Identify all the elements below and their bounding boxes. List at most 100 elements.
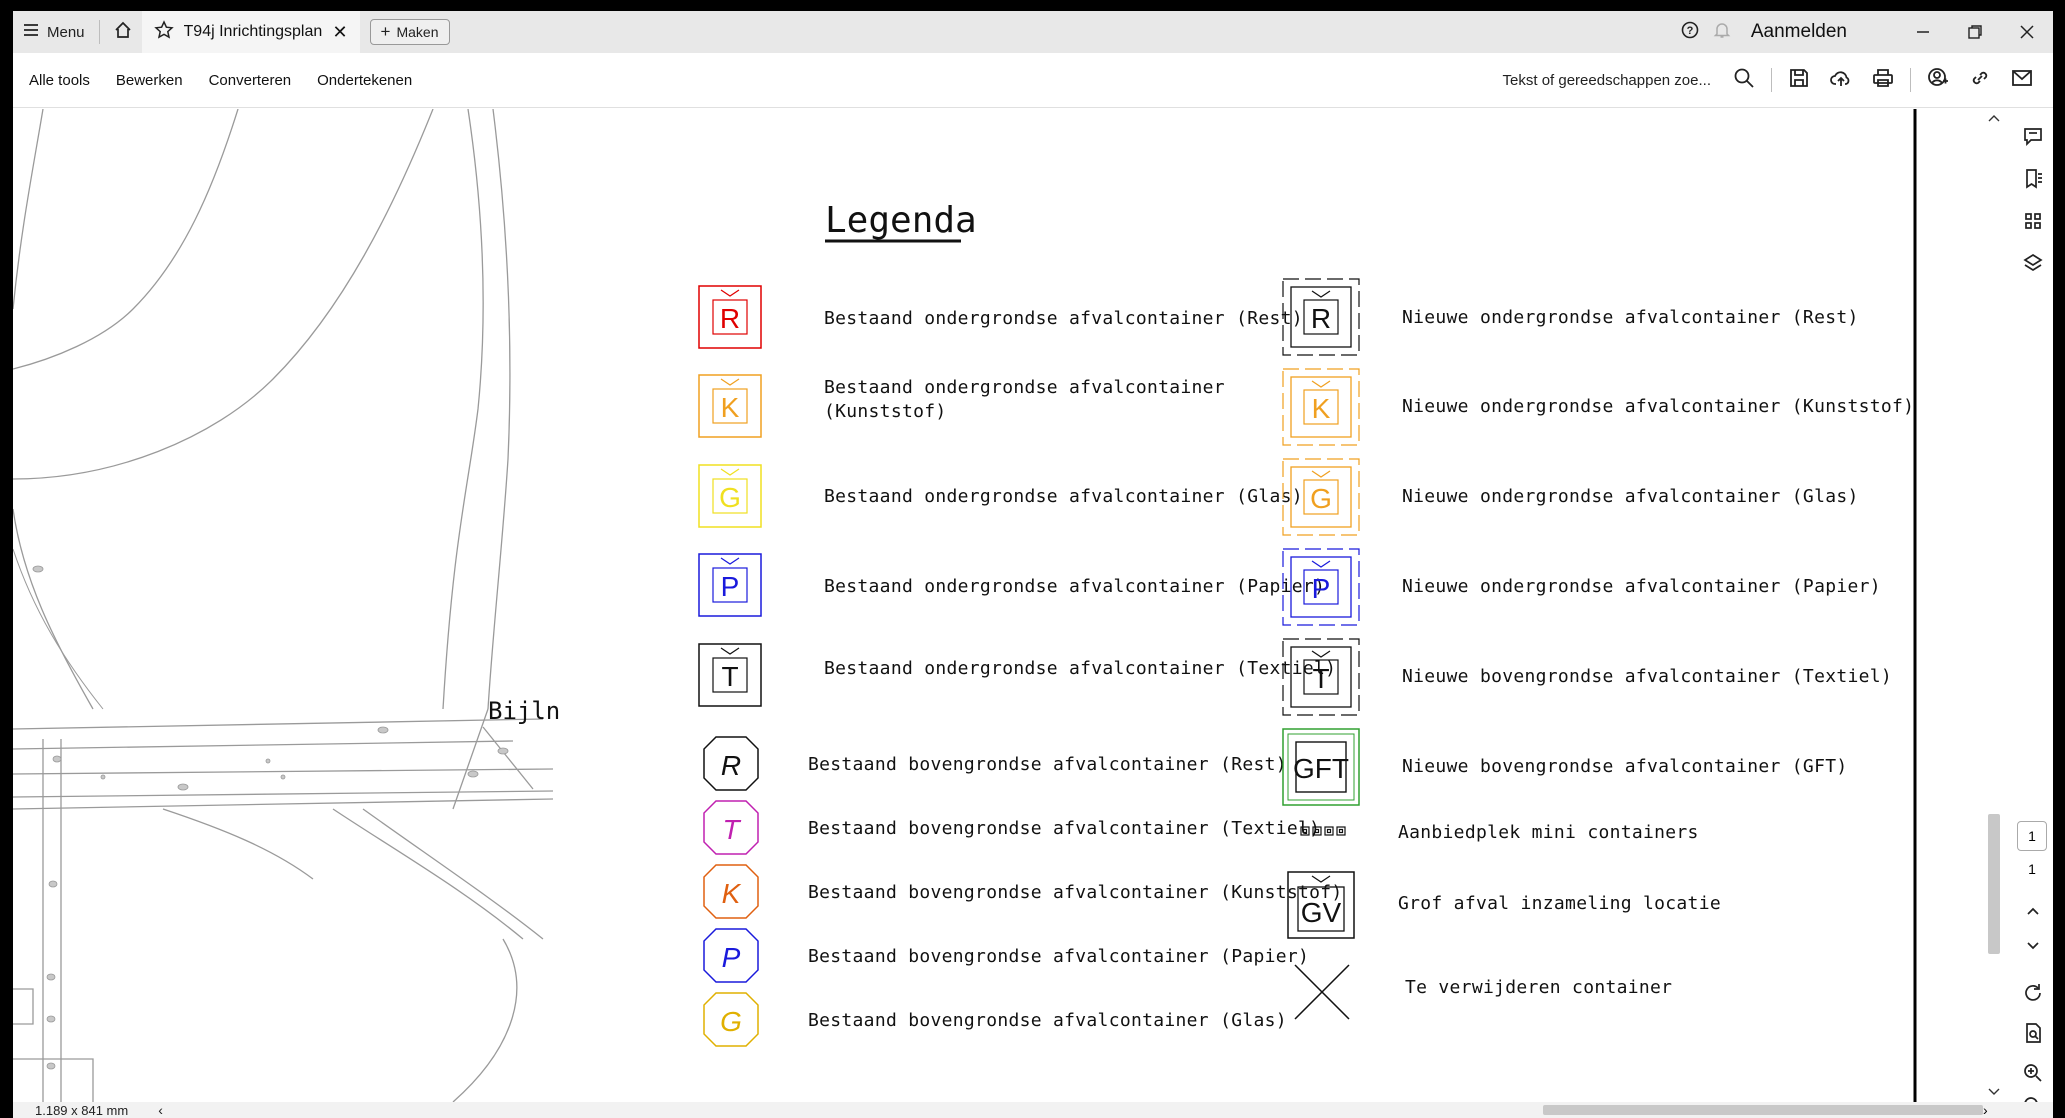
app-window: Menu T94j Inrichtingsplan ... ✕ + Maken … bbox=[13, 11, 2053, 1118]
home-button[interactable] bbox=[104, 17, 142, 47]
new-label: Maken bbox=[396, 24, 439, 40]
legend-label: Nieuwe ondergrondse afvalcontainer (Rest… bbox=[1402, 307, 1859, 328]
legend-existing-underground: R Bestaand ondergrondse afvalcontainer (… bbox=[698, 285, 1336, 707]
help-icon[interactable]: ? bbox=[1681, 21, 1699, 44]
svg-text:T: T bbox=[722, 814, 741, 845]
svg-text:G: G bbox=[720, 1006, 742, 1037]
page-scan-icon[interactable] bbox=[2021, 1021, 2045, 1045]
legend-item: G Bestaand bovengrondse afvalcontainer (… bbox=[703, 992, 1287, 1047]
close-window-button[interactable] bbox=[2001, 11, 2053, 53]
svg-text:R: R bbox=[721, 750, 741, 781]
legend-label: Bestaand bovengrondse afvalcontainer (Te… bbox=[808, 818, 1320, 839]
legend-item: Aanbiedplek mini containers bbox=[1300, 822, 1698, 843]
search-button[interactable] bbox=[1725, 61, 1763, 99]
separator bbox=[1771, 68, 1772, 92]
svg-text:G: G bbox=[1310, 483, 1332, 514]
star-icon[interactable] bbox=[153, 19, 174, 45]
refresh-icon[interactable] bbox=[2021, 981, 2045, 1005]
comment-icon[interactable] bbox=[2021, 125, 2045, 149]
legend-item: GFT Nieuwe bovengrondse afvalcontainer (… bbox=[1282, 728, 1847, 806]
svg-text:?: ? bbox=[1687, 25, 1694, 37]
plus-icon: + bbox=[380, 22, 391, 41]
hamburger-icon bbox=[23, 23, 39, 41]
email-button[interactable] bbox=[2003, 61, 2041, 99]
legend-label: Bestaand bovengrondse afvalcontainer (Gl… bbox=[808, 1010, 1287, 1031]
menu-sign[interactable]: Ondertekenen bbox=[317, 72, 412, 89]
menu-button[interactable]: Menu bbox=[13, 17, 95, 47]
legend-label: Bestaand ondergrondse afvalcontainer (Pa… bbox=[824, 576, 1325, 597]
main-toolbar: Alle tools Bewerken Converteren Ondertek… bbox=[13, 53, 2053, 108]
search-field[interactable]: Tekst of gereedschappen zoe... bbox=[1503, 72, 1711, 89]
legend-item: P Bestaand ondergrondse afvalcontainer (… bbox=[698, 553, 1325, 617]
legend-item: P Nieuwe ondergrondse afvalcontainer (Pa… bbox=[1282, 548, 1881, 626]
drawing-page: Bijln Legenda R Bestaand ondergrondse af… bbox=[13, 109, 1917, 1102]
document-canvas[interactable]: Bijln Legenda R Bestaand ondergrondse af… bbox=[13, 109, 2012, 1102]
legend-existing-aboveground: R Bestaand bovengrondse afvalcontainer (… bbox=[703, 736, 1342, 1047]
bookmark-icon[interactable] bbox=[2021, 167, 2045, 191]
hscroll-thumb[interactable] bbox=[1543, 1105, 1983, 1115]
link-button[interactable] bbox=[1961, 61, 1999, 99]
svg-text:P: P bbox=[721, 571, 740, 602]
bell-icon[interactable] bbox=[1713, 21, 1731, 44]
upload-button[interactable] bbox=[1822, 61, 1860, 99]
restore-button[interactable] bbox=[1949, 11, 2001, 53]
legend-label: Nieuwe bovengrondse afvalcontainer (Text… bbox=[1402, 666, 1892, 687]
scroll-up-icon[interactable] bbox=[1988, 115, 2000, 122]
document-tab[interactable]: T94j Inrichtingsplan ... ✕ bbox=[141, 11, 360, 53]
legend-item: T Bestaand ondergrondse afvalcontainer (… bbox=[698, 643, 1336, 707]
save-icon bbox=[1788, 67, 1810, 94]
legend-item: R Bestaand bovengrondse afvalcontainer (… bbox=[703, 736, 1287, 791]
menu-edit[interactable]: Bewerken bbox=[116, 72, 183, 89]
page-up-icon[interactable] bbox=[2021, 899, 2045, 923]
legend-item: K Nieuwe ondergrondse afvalcontainer (Ku… bbox=[1282, 368, 1914, 446]
save-button[interactable] bbox=[1780, 61, 1818, 99]
legend-item: K Bestaand bovengrondse afvalcontainer (… bbox=[703, 864, 1342, 919]
legend-title: Legenda bbox=[825, 200, 977, 241]
tab-title: T94j Inrichtingsplan ... bbox=[183, 23, 323, 40]
legend-label: Nieuwe ondergrondse afvalcontainer (Glas… bbox=[1402, 486, 1859, 507]
scroll-down-icon[interactable] bbox=[1988, 1088, 2000, 1095]
legend-label: (Kunststof) bbox=[824, 401, 947, 422]
svg-text:R: R bbox=[720, 303, 740, 334]
menu-convert[interactable]: Converteren bbox=[209, 72, 292, 89]
share-user-button[interactable] bbox=[1919, 61, 1957, 99]
legend-item: P Bestaand bovengrondse afvalcontainer (… bbox=[703, 928, 1309, 983]
printer-icon bbox=[1872, 67, 1894, 94]
link-icon bbox=[1969, 67, 1991, 94]
separator bbox=[1910, 68, 1911, 92]
vertical-scrollbar[interactable] bbox=[1983, 109, 2005, 1102]
svg-text:P: P bbox=[722, 942, 741, 973]
total-pages: 1 bbox=[2028, 861, 2036, 877]
login-button[interactable]: Aanmelden bbox=[1751, 21, 1847, 43]
scroll-thumb[interactable] bbox=[1988, 814, 2000, 954]
home-icon bbox=[114, 21, 132, 43]
svg-text:G: G bbox=[719, 482, 741, 513]
legend-label: Bestaand ondergrondse afvalcontainer (Gl… bbox=[824, 486, 1303, 507]
thumbnails-icon[interactable] bbox=[2021, 209, 2045, 233]
zoom-in-icon[interactable] bbox=[2021, 1061, 2045, 1085]
svg-text:K: K bbox=[1312, 393, 1331, 424]
new-button[interactable]: + Maken bbox=[369, 19, 450, 45]
layers-icon[interactable] bbox=[2021, 251, 2045, 275]
print-button[interactable] bbox=[1864, 61, 1902, 99]
svg-text:P: P bbox=[1312, 573, 1331, 604]
add-user-icon bbox=[1927, 67, 1949, 94]
search-icon bbox=[1733, 67, 1755, 94]
page-down-icon[interactable] bbox=[2021, 933, 2045, 957]
legend-item: G Nieuwe ondergrondse afvalcontainer (Gl… bbox=[1282, 458, 1859, 536]
close-tab-icon[interactable]: ✕ bbox=[332, 22, 347, 43]
horizontal-scrollbar[interactable] bbox=[163, 1102, 1983, 1118]
legend-label: Nieuwe ondergrondse afvalcontainer (Papi… bbox=[1402, 576, 1881, 597]
scroll-right-icon[interactable]: › bbox=[1983, 1102, 1988, 1118]
street-label: Bijln bbox=[488, 697, 560, 725]
title-bar: Menu T94j Inrichtingsplan ... ✕ + Maken … bbox=[13, 11, 2053, 53]
legend-item: Te verwijderen container bbox=[1294, 964, 1672, 1020]
menu-all-tools[interactable]: Alle tools bbox=[29, 72, 90, 89]
svg-text:T: T bbox=[1312, 663, 1329, 694]
current-page-input[interactable]: 1 bbox=[2017, 821, 2047, 851]
minimize-button[interactable] bbox=[1897, 11, 1949, 53]
legend-label: Nieuwe ondergrondse afvalcontainer (Kuns… bbox=[1402, 396, 1914, 417]
legend-label: Bestaand bovengrondse afvalcontainer (Re… bbox=[808, 754, 1287, 775]
cloud-upload-icon bbox=[1830, 67, 1852, 94]
right-rail: 1 1 bbox=[2013, 109, 2053, 1118]
